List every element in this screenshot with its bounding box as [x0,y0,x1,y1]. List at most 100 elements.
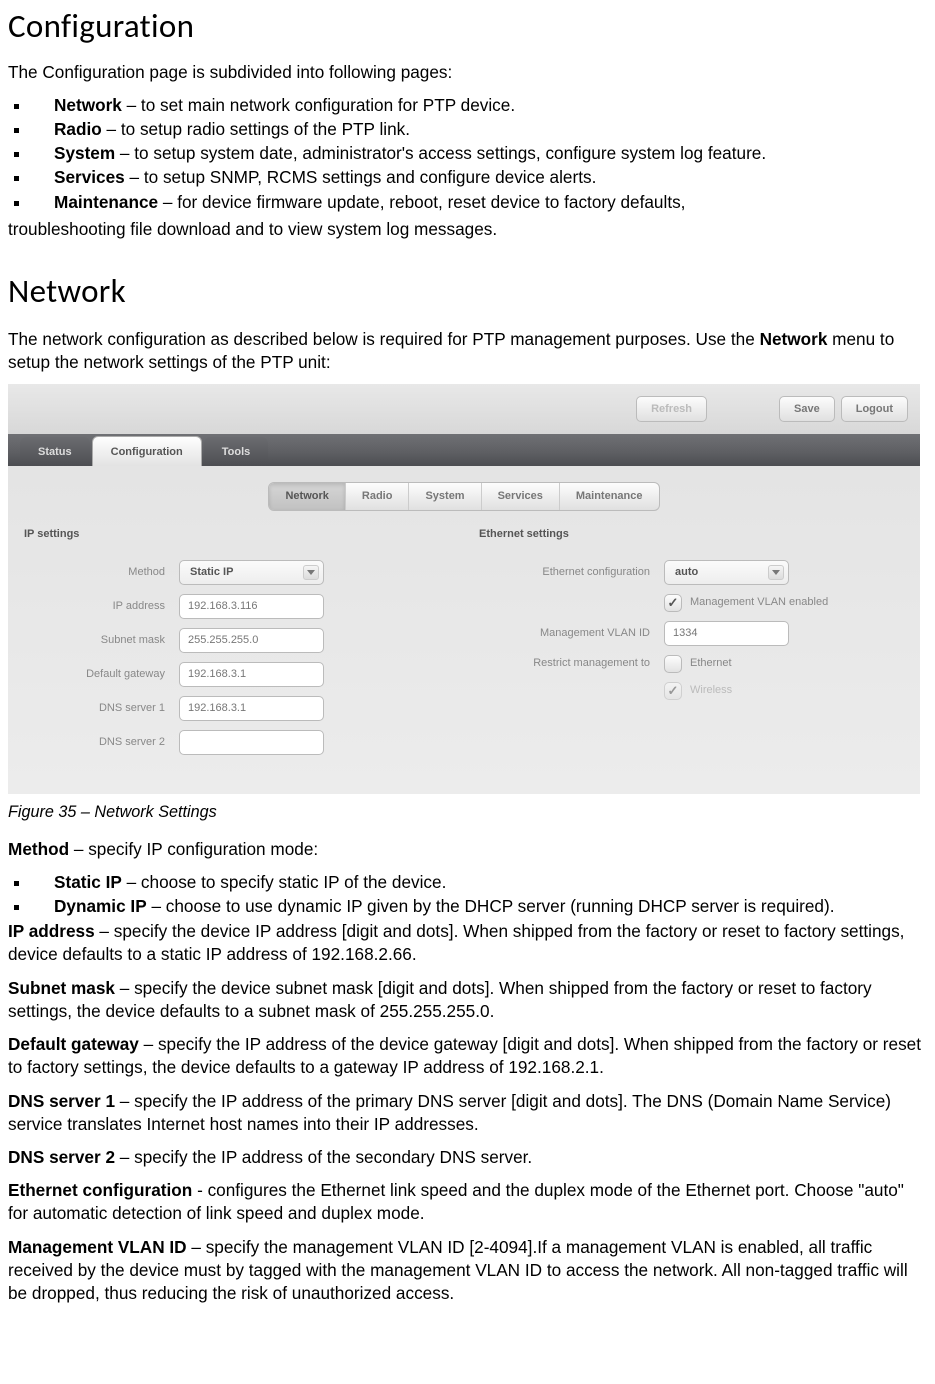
restrict-ethernet-label: Ethernet [690,656,732,671]
ip-address-input[interactable]: 192.168.3.116 [179,594,324,619]
ip-settings-title: IP settings [24,527,449,542]
subtab-services[interactable]: Services [482,483,560,510]
def-vlan-id: Management VLAN ID – specify the managem… [8,1236,927,1306]
item-desc: – for device firmware update, reboot, re… [158,192,685,212]
save-button[interactable]: Save [779,396,835,423]
def-desc: – specify IP configuration mode: [69,839,318,859]
item-desc: – to setup SNMP, RCMS settings and confi… [125,167,597,187]
item-desc: – to setup system date, administrator's … [115,143,766,163]
restrict-wireless-checkbox [664,682,682,700]
vlan-id-input[interactable]: 1334 [664,621,789,646]
dns2-input[interactable] [179,730,324,755]
ui-topbar: Refresh Save Logout [8,384,920,434]
def-desc: – specify the IP address of the primary … [8,1091,891,1134]
method-select[interactable]: Static IP [179,560,324,585]
network-intro: The network configuration as described b… [8,328,927,374]
item-desc: – choose to specify static IP of the dev… [122,872,447,892]
def-subnet-mask: Subnet mask – specify the device subnet … [8,977,927,1023]
dns1-label: DNS server 1 [24,701,179,716]
dns2-label: DNS server 2 [24,735,179,750]
vlan-enabled-checkbox[interactable] [664,594,682,612]
def-eth-config: Ethernet configuration - configures the … [8,1179,927,1225]
refresh-button[interactable]: Refresh [636,396,707,423]
network-intro-bold: Network [760,329,828,349]
heading-network: Network [8,269,927,314]
item-name: Dynamic IP [54,896,147,916]
restrict-label: Restrict management to [479,656,664,671]
chevron-down-icon [768,565,784,580]
vlan-id-label: Management VLAN ID [479,626,664,641]
def-term: Method [8,839,69,859]
subtab-network[interactable]: Network [269,483,345,510]
tab-status[interactable]: Status [20,437,90,466]
def-term: Management VLAN ID [8,1237,187,1257]
tab-configuration[interactable]: Configuration [92,436,202,466]
def-gateway: Default gateway – specify the IP address… [8,1033,927,1079]
def-term: IP address [8,921,95,941]
def-desc: – specify the IP address of the secondar… [115,1147,532,1167]
figure-caption: Figure 35 – Network Settings [8,802,927,824]
def-dns2: DNS server 2 – specify the IP address of… [8,1146,927,1169]
sub-tab-bar: Network Radio System Services Maintenanc… [24,482,904,511]
list-item: Services – to setup SNMP, RCMS settings … [11,166,927,189]
item-name: Radio [54,119,102,139]
ui-body: Network Radio System Services Maintenanc… [8,466,920,794]
def-term: Subnet mask [8,978,115,998]
def-term: Ethernet configuration [8,1180,192,1200]
list-item: System – to setup system date, administr… [11,142,927,165]
def-term: DNS server 1 [8,1091,115,1111]
method-value: Static IP [190,565,233,580]
list-item: Radio – to setup radio settings of the P… [11,118,927,141]
list-item: Dynamic IP – choose to use dynamic IP gi… [11,895,927,918]
def-desc: – specify the device IP address [digit a… [8,921,904,964]
default-gateway-label: Default gateway [24,667,179,682]
logout-button[interactable]: Logout [841,396,908,423]
subnet-mask-label: Subnet mask [24,633,179,648]
vlan-enabled-label: Management VLAN enabled [690,595,828,610]
restrict-ethernet-checkbox[interactable] [664,655,682,673]
list-item: Network – to set main network configurat… [11,94,927,117]
ethernet-settings-panel: Ethernet settings Ethernet configuration… [479,527,904,764]
default-gateway-input[interactable]: 192.168.3.1 [179,662,324,687]
eth-config-label: Ethernet configuration [479,565,664,580]
maintenance-continued: troubleshooting file download and to vie… [8,218,927,241]
def-desc: – specify the IP address of the device g… [8,1034,921,1077]
eth-config-select[interactable]: auto [664,560,789,585]
item-name: Network [54,95,122,115]
main-tab-bar: Status Configuration Tools [8,434,920,466]
ip-settings-panel: IP settings Method Static IP IP address … [24,527,449,764]
ethernet-settings-title: Ethernet settings [479,527,904,542]
item-desc: – to setup radio settings of the PTP lin… [102,119,410,139]
subtab-system[interactable]: System [409,483,481,510]
item-name: Static IP [54,872,122,892]
item-desc: – to set main network configuration for … [122,95,515,115]
configuration-pages-list: Network – to set main network configurat… [8,94,927,214]
def-term: DNS server 2 [8,1147,115,1167]
restrict-wireless-label: Wireless [690,683,732,698]
dns1-input[interactable]: 192.168.3.1 [179,696,324,721]
def-dns1: DNS server 1 – specify the IP address of… [8,1090,927,1136]
item-desc: – choose to use dynamic IP given by the … [147,896,835,916]
heading-configuration: Configuration [8,4,927,49]
item-name: Maintenance [54,192,158,212]
method-options-list: Static IP – choose to specify static IP … [8,871,927,918]
list-item: Maintenance – for device firmware update… [11,191,927,214]
network-settings-screenshot: Refresh Save Logout Status Configuration… [8,384,920,794]
tab-tools[interactable]: Tools [204,437,269,466]
method-label: Method [24,565,179,580]
def-ip-address: IP address – specify the device IP addre… [8,920,927,966]
eth-config-value: auto [675,565,698,580]
list-item: Static IP – choose to specify static IP … [11,871,927,894]
def-term: Default gateway [8,1034,139,1054]
item-name: System [54,143,115,163]
chevron-down-icon [303,565,319,580]
network-intro-text-1: The network configuration as described b… [8,329,760,349]
def-method: Method – specify IP configuration mode: [8,838,927,861]
item-name: Services [54,167,125,187]
subnet-mask-input[interactable]: 255.255.255.0 [179,628,324,653]
ip-address-label: IP address [24,599,179,614]
subtab-radio[interactable]: Radio [346,483,410,510]
configuration-intro: The Configuration page is subdivided int… [8,61,927,84]
subtab-maintenance[interactable]: Maintenance [560,483,659,510]
def-desc: – specify the device subnet mask [digit … [8,978,872,1021]
